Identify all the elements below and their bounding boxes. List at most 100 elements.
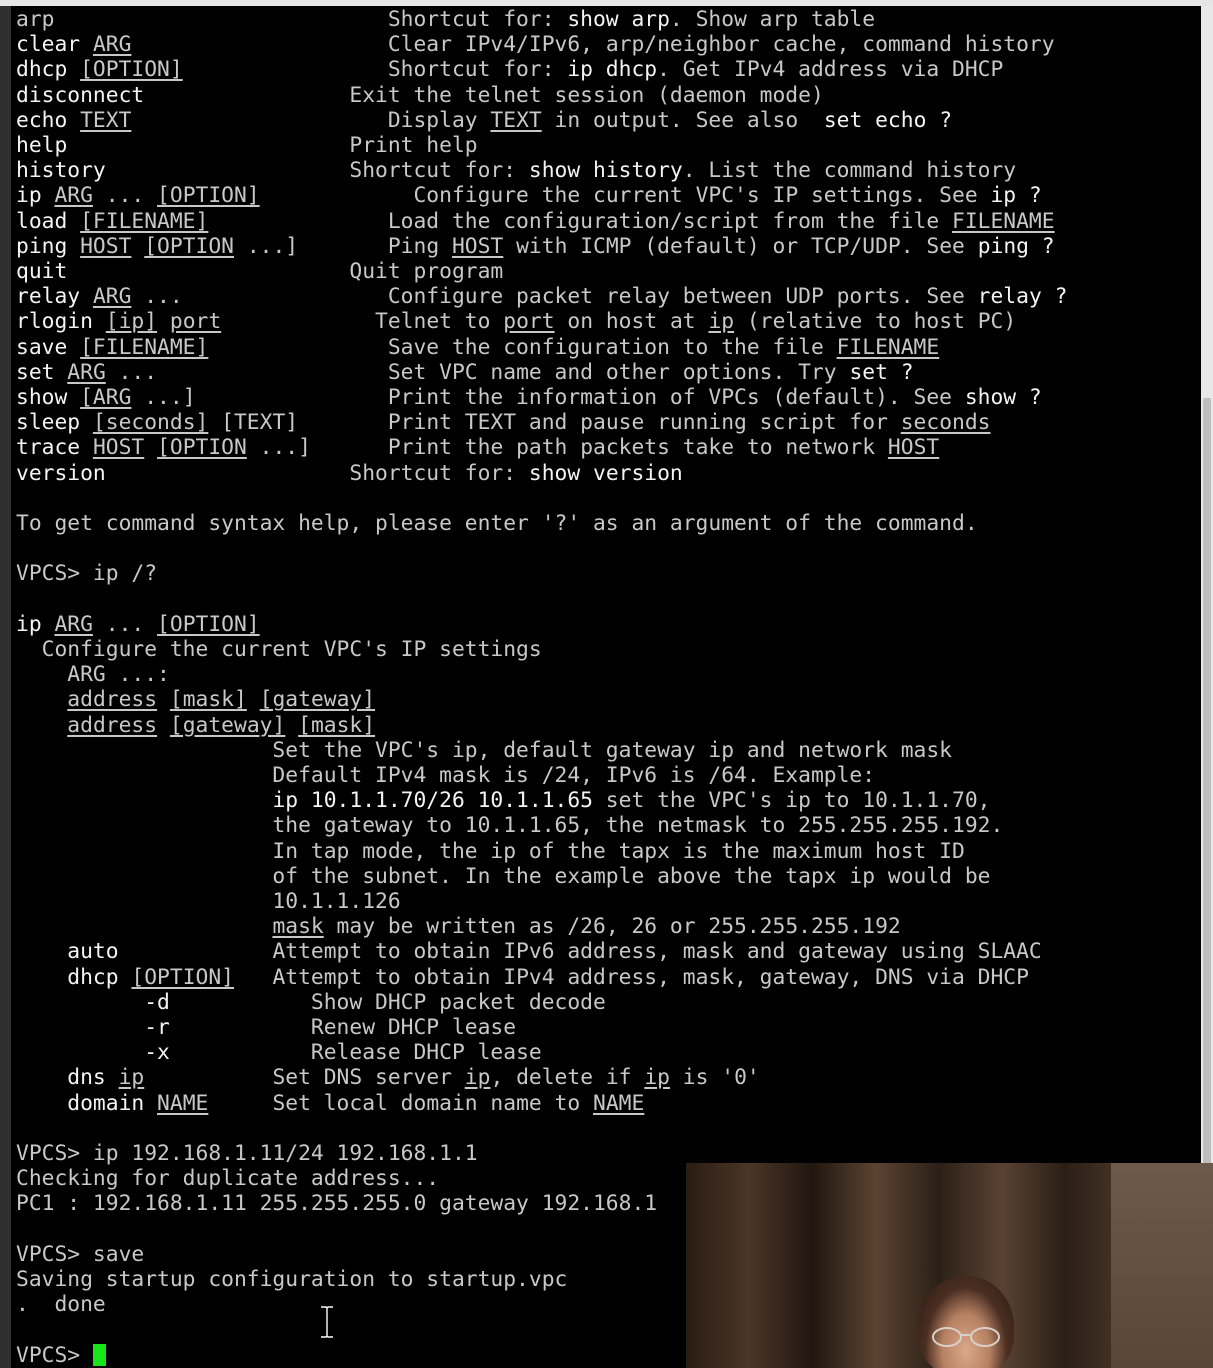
terminal-line: To get command syntax help, please enter… [16,511,978,536]
terminal-line: version Shortcut for: show version [16,461,683,486]
terminal-text: To get command syntax help, please enter… [16,511,978,536]
terminal-line: -x Release DHCP lease [16,1040,542,1065]
terminal-text: [OPTION] [157,611,260,637]
terminal-text: Set DNS server [144,1065,465,1091]
terminal-text: auto [16,939,119,965]
terminal-text: -x [16,1040,170,1066]
terminal-text: ARG [92,32,132,58]
terminal-text: ip ? [990,183,1042,209]
terminal-text: trace [16,435,93,461]
terminal-text: ARG ...: [16,662,170,688]
terminal-text: [ip] [105,309,158,335]
terminal-text: VPCS> ip 192.168.1.11/24 192.168.1.1 [16,1141,478,1166]
terminal-text: PC1 : 192.168.1.11 255.255.255.0 gateway… [16,1191,658,1217]
terminal-text: [OPTION [157,435,247,461]
terminal-text: Shortcut for: [182,57,568,83]
terminal-text: ARG [92,284,132,310]
terminal-text: Configure the current VPC's IP settings.… [259,183,991,209]
terminal-text: the gateway to 10.1.1.65, the netmask to… [16,813,1004,839]
terminal-line: Set the VPC's ip, default gateway ip and… [16,738,952,763]
terminal-text: ping ? [977,233,1055,259]
terminal-text: [OPTION] [80,57,183,83]
terminal-line: address [mask] [gateway] [16,687,375,712]
terminal-line: dns ip Set DNS server ip, delete if ip i… [16,1065,760,1091]
terminal-text: seconds [900,410,991,436]
terminal-line: save [FILENAME] Save the configuration t… [16,335,939,360]
terminal-text: ip dhcp [567,57,658,83]
terminal-line: sleep [seconds] [TEXT] Print TEXT and pa… [16,410,991,435]
terminal-text: dns [16,1065,119,1091]
terminal-text: set ? [849,359,914,385]
terminal-line: auto Attempt to obtain IPv6 address, mas… [16,939,1042,965]
terminal-text: ARG [54,183,93,209]
terminal-text: version [16,460,106,486]
terminal-line: dhcp [OPTION] Shortcut for: ip dhcp. Get… [16,57,1003,82]
terminal-line: ARG ...: [16,662,170,687]
terminal-text: . Show arp table [669,7,876,32]
terminal-text: -d [16,989,170,1015]
terminal-text: Attempt to obtain IPv4 address, mask, ga… [233,964,1029,990]
terminal-text: Exit the telnet session (daemon mode) [144,82,824,108]
terminal-text: Shortcut for: [105,460,529,486]
terminal-text: NAME [157,1090,209,1116]
terminal-text: Configure the current VPC's IP settings [16,637,542,662]
terminal-text: Set local domain name to [208,1090,593,1116]
terminal-line: relay ARG ... Configure packet relay bet… [16,284,1067,309]
terminal-line: dhcp [OPTION] Attempt to obtain IPv4 add… [16,965,1029,990]
terminal-text: In tap mode, the ip of the tapx is the m… [16,838,965,864]
terminal-text: . Get IPv4 address via DHCP [657,57,1004,83]
terminal-line: VPCS> ip /? [16,561,157,586]
terminal-text: -r [16,1015,170,1040]
terminal-text: TEXT [80,107,132,133]
terminal-text: on host at [554,309,709,335]
terminal-text: show version [528,460,683,486]
terminal-text: HOST [92,435,145,461]
terminal-text: VPCS> [16,1342,93,1368]
terminal-text: . List the command history [682,158,1017,184]
terminal-text: Shortcut for: [105,158,529,184]
terminal-line: ip ARG ... [OPTION] Configure the curren… [16,183,1042,208]
terminal-text: ... Set VPC name and other options. Try [105,359,850,385]
glasses-icon [932,1327,1000,1347]
terminal-text: relay [16,284,93,310]
terminal-text: set echo ? [823,107,953,133]
terminal-line: disconnect Exit the telnet session (daem… [16,83,824,108]
terminal-line: mask may be written as /26, 26 or 255.25… [16,914,900,939]
terminal-line: Configure the current VPC's IP settings [16,637,542,662]
terminal-text: with ICMP (default) or TCP/UDP. See [503,233,978,259]
terminal-text: Clear IPv4/IPv6, arp/neighbor cache, com… [131,32,1055,58]
terminal-text: is '0' [669,1065,760,1091]
webcam-person [918,1276,1014,1368]
terminal-text: [gateway] [259,687,376,713]
terminal-text: in output. See also [541,107,824,133]
terminal-line: ip 10.1.1.70/26 10.1.1.65 set the VPC's … [16,788,990,813]
terminal-line: load [FILENAME] Load the configuration/s… [16,209,1055,234]
terminal-text: show history [528,158,683,184]
terminal-text: sleep [16,410,93,436]
terminal-text: Release DHCP lease [169,1040,542,1066]
terminal-text: [FILENAME] [80,208,209,234]
terminal-text: VPCS> save [16,1241,145,1267]
terminal-text: [ARG [80,385,132,410]
terminal-line: the gateway to 10.1.1.65, the netmask to… [16,813,1003,838]
terminal-text: ...] Print the information of VPCs (defa… [131,385,965,410]
terminal-line: of the subnet. In the example above the … [16,864,990,889]
terminal-text: . done [16,1292,106,1318]
terminal-text: show arp [567,7,670,32]
terminal-text: Attempt to obtain IPv6 address, mask and… [118,939,1042,965]
terminal-text: ip [118,1065,145,1091]
terminal-line: VPCS> ip 192.168.1.11/24 192.168.1.1 [16,1141,478,1166]
terminal-text: ip 10.1.1.70/26 10.1.1.65 [272,788,593,814]
text-ibeam-cursor-icon [321,1306,333,1338]
terminal-text: quit [16,259,68,284]
terminal-text: relay ? [977,284,1068,310]
terminal-text: ip [708,309,735,335]
terminal-line: Saving startup configuration to startup.… [16,1267,567,1292]
terminal-text: [OPTION] [131,964,234,990]
terminal-text: Saving startup configuration to startup.… [16,1267,568,1292]
terminal-line: In tap mode, the ip of the tapx is the m… [16,838,965,864]
